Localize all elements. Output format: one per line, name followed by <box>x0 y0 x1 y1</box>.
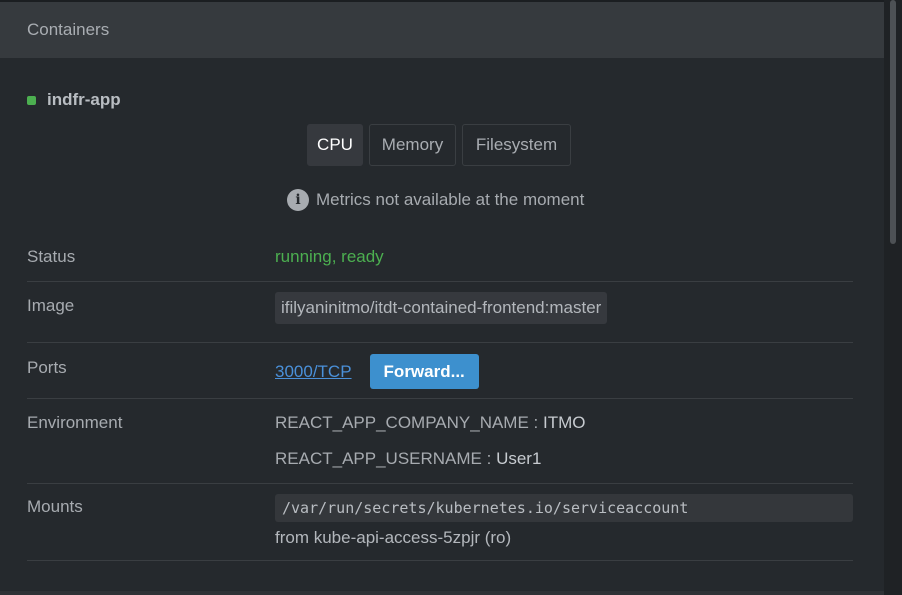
env-var: REACT_APP_COMPANY_NAME : ITMO <box>275 413 585 449</box>
env-var-value: ITMO <box>542 413 586 432</box>
tab-filesystem[interactable]: Filesystem <box>462 124 571 166</box>
container-name: indfr-app <box>27 90 121 110</box>
bottom-bar <box>0 591 884 595</box>
tab-memory[interactable]: Memory <box>369 124 456 166</box>
mounts-value: /var/run/secrets/kubernetes.io/serviceac… <box>275 494 853 548</box>
mount-source: from kube-api-access-5zpjr (ro) <box>275 528 512 547</box>
port-link[interactable]: 3000/TCP <box>275 362 352 382</box>
divider <box>27 483 853 484</box>
image-value-wrapper: ifilyaninitmo/itdt-contained-frontend:ma… <box>275 292 608 324</box>
ports-value: 3000/TCP Forward... <box>275 354 479 389</box>
env-var: REACT_APP_USERNAME : User1 <box>275 449 585 469</box>
container-status-dot <box>27 95 36 105</box>
status-row: Status running, ready <box>27 247 853 277</box>
metrics-notice: i Metrics not available at the moment <box>287 189 584 211</box>
environment-row: Environment REACT_APP_COMPANY_NAME : ITM… <box>27 413 853 473</box>
mount-path: /var/run/secrets/kubernetes.io/serviceac… <box>275 494 853 522</box>
status-value: running, ready <box>275 247 384 266</box>
info-icon: i <box>287 189 309 211</box>
image-row: Image ifilyaninitmo/itdt-contained-front… <box>27 292 853 332</box>
ports-row: Ports 3000/TCP Forward... <box>27 354 853 390</box>
env-var-key: REACT_APP_USERNAME <box>275 449 482 468</box>
image-value: ifilyaninitmo/itdt-contained-frontend:ma… <box>275 292 608 324</box>
mounts-row: Mounts /var/run/secrets/kubernetes.io/se… <box>27 494 853 554</box>
status-label: Status <box>27 247 76 266</box>
environment-label: Environment <box>27 413 123 432</box>
environment-vars: REACT_APP_COMPANY_NAME : ITMO REACT_APP_… <box>275 413 585 469</box>
scrollbar[interactable] <box>884 0 902 595</box>
divider <box>27 342 853 343</box>
mounts-label: Mounts <box>27 497 83 516</box>
forward-button[interactable]: Forward... <box>369 354 479 389</box>
divider <box>27 398 853 399</box>
env-var-value: User1 <box>496 449 542 468</box>
section-title: Containers <box>27 20 110 39</box>
section-header: Containers <box>0 2 884 58</box>
env-var-separator: : <box>481 449 497 468</box>
metrics-notice-text: Metrics not available at the moment <box>316 190 585 209</box>
tab-cpu[interactable]: CPU <box>307 124 363 166</box>
env-var-separator: : <box>528 413 543 432</box>
metrics-tabs: CPU Memory Filesystem <box>307 124 571 166</box>
scrollbar-thumb[interactable] <box>890 0 896 244</box>
ports-label: Ports <box>27 358 67 377</box>
container-name-label: indfr-app <box>47 90 121 109</box>
container-details-panel: Containers indfr-app CPU Memory Filesyst… <box>0 0 884 595</box>
image-label: Image <box>27 296 75 315</box>
divider <box>27 281 853 282</box>
env-var-key: REACT_APP_COMPANY_NAME <box>275 413 529 432</box>
divider <box>27 560 853 561</box>
